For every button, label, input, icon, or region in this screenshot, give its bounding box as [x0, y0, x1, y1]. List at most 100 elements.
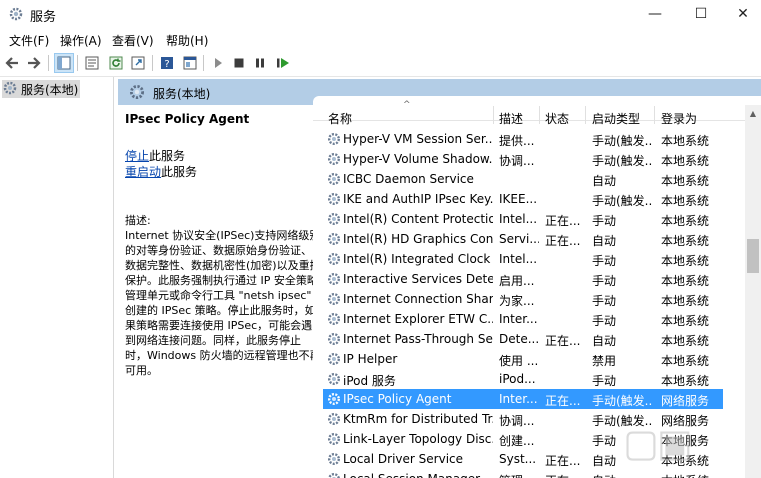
service-row[interactable]: Internet Explorer ETW C... Inter... 手动 本地系统 — [323, 309, 723, 329]
service-gear-icon — [326, 211, 342, 227]
service-startup-type: 手动 — [592, 214, 617, 228]
column-description[interactable]: 描述 — [499, 110, 523, 127]
service-description-short: 为家... — [499, 294, 535, 308]
service-row[interactable]: Hyper-V Volume Shadow... 协调... 手动(触发... 本地系… — [323, 149, 723, 169]
service-gear-icon — [326, 271, 342, 287]
stop-service-link[interactable]: 停止 — [125, 149, 149, 163]
service-gear-icon — [326, 131, 342, 147]
console-icon[interactable] — [180, 53, 200, 73]
watermark-logo: ▢▣ — [623, 421, 693, 465]
service-logon-as: 本地系统 — [661, 274, 710, 288]
menu-help[interactable]: 帮助(H) — [166, 32, 208, 49]
service-row[interactable]: IP Helper 使用 ... 禁用 本地系统 — [323, 349, 723, 369]
stop-icon[interactable] — [229, 53, 249, 73]
pause-icon[interactable] — [250, 53, 270, 73]
column-startup-type[interactable]: 启动类型 — [592, 110, 640, 127]
column-divider[interactable] — [539, 106, 540, 124]
service-name: Internet Connection Shari... — [343, 292, 493, 306]
start-icon[interactable] — [208, 53, 228, 73]
service-row[interactable]: Internet Pass-Through Se... Dete... 正在... 自… — [323, 329, 723, 349]
scroll-up-icon[interactable]: ▲ — [745, 105, 761, 121]
service-startup-type: 手动(触发... — [592, 134, 652, 148]
menu-action[interactable]: 操作(A) — [60, 32, 102, 49]
menu-view[interactable]: 查看(V) — [112, 32, 154, 49]
service-row[interactable]: ICBC Daemon Service 自动 本地系统 — [323, 169, 723, 189]
console-tree: 服务(本地) — [0, 77, 114, 478]
service-startup-type: 手动(触发... — [592, 394, 652, 408]
service-startup-type: 自动 — [592, 234, 617, 248]
service-row[interactable]: IKE and AuthIP IPsec Key... IKEE... 手动(触发.… — [323, 189, 723, 209]
close-button[interactable]: ✕ — [720, 0, 761, 28]
service-row[interactable]: iPod 服务 iPod... 手动 本地系统 — [323, 369, 723, 389]
minimize-button[interactable]: — — [632, 0, 678, 28]
sort-ascending-icon: ^ — [403, 100, 411, 110]
toolbar-separator — [48, 55, 49, 71]
service-description-short: 协调... — [499, 414, 535, 428]
service-description-short: Inter... — [499, 312, 538, 326]
services-gear-icon — [2, 80, 18, 99]
restart-service-link[interactable]: 重启动 — [125, 165, 161, 179]
service-row[interactable]: Intel(R) Content Protectio... Intel... 正在.… — [323, 209, 723, 229]
forward-icon[interactable] — [24, 53, 44, 73]
toolbar-separator — [77, 55, 78, 71]
service-status: 正在... — [545, 334, 581, 348]
restart-icon[interactable] — [273, 53, 293, 73]
service-name: Intel(R) Integrated Clock ... — [343, 252, 493, 266]
service-row[interactable]: Interactive Services Dete... 启用... 手动 本地系统 — [323, 269, 723, 289]
service-row[interactable]: IPsec Policy Agent Inter... 正在... 手动(触发... 网… — [323, 389, 723, 409]
service-name: Local Session Manager — [343, 472, 493, 478]
service-logon-as: 网络服务 — [661, 394, 710, 408]
refresh-icon[interactable] — [106, 53, 126, 73]
service-row[interactable]: Internet Connection Shari... 为家... 手动 本地系统 — [323, 289, 723, 309]
service-details-pane: IPsec Policy Agent 停止此服务 重启动此服务 描述: Inte… — [118, 105, 321, 478]
service-startup-type: 手动(触发... — [592, 194, 652, 208]
service-status: 正在... — [545, 234, 581, 248]
column-logon-as[interactable]: 登录为 — [661, 110, 697, 127]
service-logon-as: 本地系统 — [661, 154, 710, 168]
export-icon[interactable] — [128, 53, 148, 73]
service-startup-type: 自动 — [592, 334, 617, 348]
service-logon-as: 本地系统 — [661, 374, 710, 388]
restart-suffix: 此服务 — [161, 165, 198, 179]
service-name: IPsec Policy Agent — [343, 392, 452, 406]
show-tree-icon[interactable] — [54, 53, 74, 73]
maximize-button[interactable]: ☐ — [678, 0, 724, 28]
service-startup-type: 手动 — [592, 314, 617, 328]
selected-service-name: IPsec Policy Agent — [125, 112, 250, 126]
column-name[interactable]: 名称 — [328, 110, 352, 127]
column-divider[interactable] — [654, 106, 655, 124]
column-divider[interactable] — [493, 106, 494, 124]
scrollbar-thumb[interactable] — [747, 239, 759, 273]
service-logon-as: 本地系统 — [661, 472, 721, 478]
service-description-short: iPod... — [499, 372, 536, 386]
service-description-short: Servi... — [499, 232, 539, 246]
service-row[interactable]: Hyper-V VM Session Ser... 提供... 手动(触发... 本地… — [323, 129, 723, 149]
menu-bar: 文件(F) 操作(A) 查看(V) 帮助(H) — [0, 29, 761, 49]
tree-item-services-local[interactable]: 服务(本地) — [2, 80, 80, 98]
services-list: ^ 名称 描述 状态 启动类型 登录为 Hyper-V VM Session S… — [313, 96, 761, 478]
toolbar-separator — [152, 55, 153, 71]
properties-icon[interactable] — [82, 53, 102, 73]
service-gear-icon — [326, 231, 342, 247]
column-divider[interactable] — [585, 106, 586, 124]
service-name: Intel(R) Content Protectio... — [343, 212, 493, 226]
service-logon-as: 本地系统 — [661, 174, 710, 188]
back-icon[interactable] — [2, 53, 22, 73]
service-gear-icon — [326, 471, 342, 478]
service-gear-icon — [326, 291, 342, 307]
service-gear-icon — [326, 311, 342, 327]
service-row[interactable]: Intel(R) Integrated Clock ... Intel... 手动 本… — [323, 249, 723, 269]
service-row[interactable]: Local Session Manager 管理... 正在... 自动 本地系统 — [323, 469, 723, 478]
help-icon[interactable]: ? — [157, 53, 177, 73]
column-status[interactable]: 状态 — [545, 110, 569, 127]
service-status: 正在... — [545, 472, 587, 478]
menu-file[interactable]: 文件(F) — [9, 32, 49, 49]
service-name: IKE and AuthIP IPsec Key... — [343, 192, 493, 206]
service-gear-icon — [326, 151, 342, 167]
service-name: Internet Pass-Through Se... — [343, 332, 493, 346]
service-name: KtmRm for Distributed Tr... — [343, 412, 493, 426]
vertical-scrollbar[interactable]: ▲ — [745, 105, 761, 478]
service-logon-as: 本地系统 — [661, 134, 710, 148]
service-logon-as: 本地系统 — [661, 194, 710, 208]
service-row[interactable]: Intel(R) HD Graphics Con... Servi... 正在...… — [323, 229, 723, 249]
